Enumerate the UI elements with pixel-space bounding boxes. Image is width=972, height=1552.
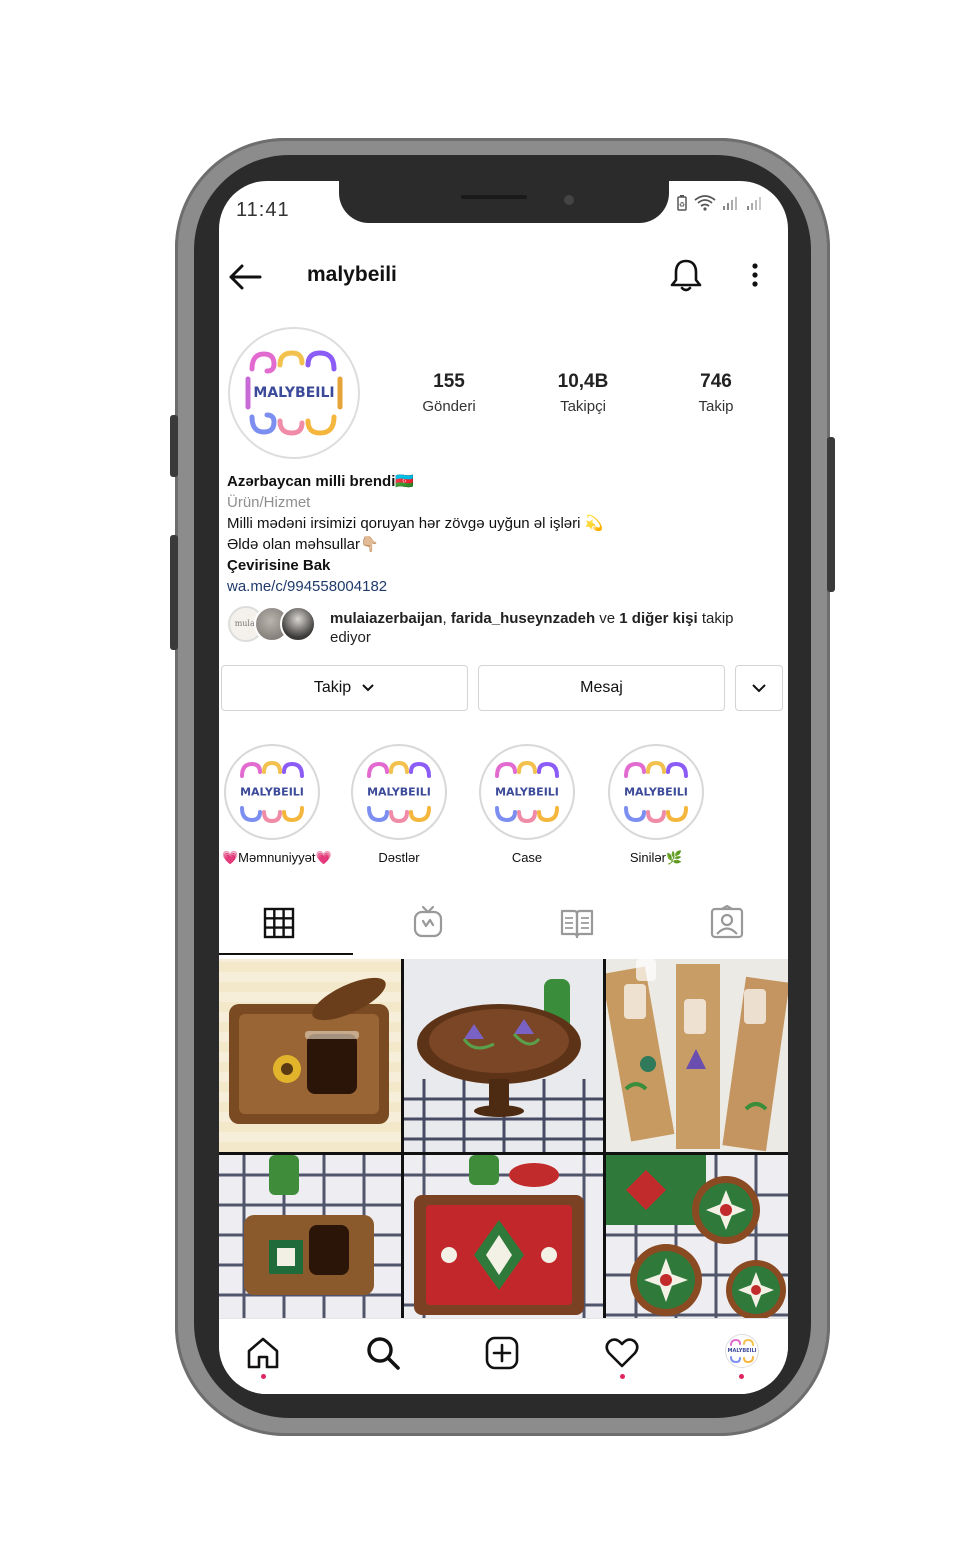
header-username: malybeili	[307, 263, 397, 286]
bio-name: Azərbaycan milli brendi🇦🇿	[227, 473, 415, 490]
arrow-left-icon[interactable]	[227, 261, 263, 293]
profile-nav-avatar[interactable]: MALYBEILI	[725, 1334, 759, 1368]
highlight-1-label: 💗Məmnuniyyət💗	[222, 850, 332, 865]
bell-icon[interactable]	[669, 257, 703, 293]
home-icon[interactable]	[246, 1336, 280, 1370]
followed-others[interactable]: 1 diğer kişi	[619, 610, 697, 627]
stat-followers[interactable]: 10,4B Takipçi	[528, 371, 638, 415]
bio-category: Ürün/Hizmet	[227, 494, 311, 511]
post-4-image	[219, 1155, 401, 1329]
wifi-icon	[694, 195, 716, 211]
stat-following-value: 746	[700, 371, 732, 392]
bio-line-1: Milli mədəni irsimizi qoruyan hər zövgə …	[227, 515, 604, 532]
highlight-2-cover: MALYBEILI	[351, 744, 447, 840]
svg-text:♻: ♻	[679, 202, 685, 209]
more-vertical-icon[interactable]	[747, 261, 763, 291]
highlight-1-cover: MALYBEILI	[224, 744, 320, 840]
highlight-4[interactable]: MALYBEILI Sinilər🌿	[606, 744, 706, 866]
signal-icon-2	[747, 197, 761, 210]
highlight-1[interactable]: MALYBEILI 💗Məmnuniyyət💗	[222, 744, 332, 866]
post-thumbnail-6[interactable]	[606, 1155, 788, 1329]
highlight-4-label: Sinilər🌿	[629, 850, 683, 865]
activity-notification-dot	[620, 1374, 625, 1379]
highlight-3-label: Case	[511, 850, 543, 865]
post-5-image	[404, 1155, 603, 1329]
followed-user-2[interactable]: farida_huseynzadeh	[451, 610, 595, 627]
highlight-2-label: Dəstlər	[378, 850, 420, 865]
grid-icon[interactable]	[263, 907, 295, 939]
home-notification-dot	[261, 1374, 266, 1379]
stat-posts-label: Gönderi	[422, 398, 476, 415]
heart-icon[interactable]	[605, 1337, 639, 1369]
post-thumbnail-1[interactable]	[219, 959, 401, 1152]
profile-avatar[interactable]: MALYBEILI	[228, 327, 360, 459]
status-time: 11:41	[236, 199, 290, 221]
chevron-down-icon	[752, 684, 766, 693]
followed-connector: ve	[595, 610, 620, 627]
highlight-1-logo-text: MALYBEILI	[240, 785, 304, 799]
post-1-image	[219, 959, 401, 1152]
phone-screen: 11:41 ♻ malybeili MALYBEILI 155 Gönderi …	[219, 181, 788, 1394]
notch-camera	[564, 195, 574, 205]
active-tab-indicator	[219, 953, 353, 955]
highlight-2-logo-text: MALYBEILI	[367, 785, 431, 799]
post-thumbnail-2[interactable]	[404, 959, 603, 1152]
suggested-dropdown-button[interactable]	[735, 665, 783, 711]
bottom-navigation: MALYBEILI	[219, 1318, 788, 1394]
profile-bio: Azərbaycan milli brendi🇦🇿 Ürün/Hizmet Mi…	[227, 471, 777, 597]
follower-avatar-3	[280, 606, 316, 642]
profile-notification-dot	[739, 1374, 744, 1379]
followed-by-text: mulaiazerbaijan, farida_huseynzadeh ve 1…	[330, 609, 770, 647]
nav-avatar-logo-text: MALYBEILI	[727, 1348, 757, 1354]
highlight-4-cover: MALYBEILI	[608, 744, 704, 840]
phone-volume-down	[170, 535, 178, 650]
igtv-icon[interactable]	[412, 905, 444, 939]
post-thumbnail-3[interactable]	[606, 959, 788, 1152]
translate-link[interactable]: Çevirisine Bak	[227, 555, 777, 576]
posts-grid	[219, 959, 788, 1329]
avatar-logo-text: MALYBEILI	[253, 385, 335, 401]
message-button[interactable]: Mesaj	[478, 665, 725, 711]
phone-volume-up	[170, 415, 178, 477]
post-2-image	[404, 979, 603, 1152]
phone-notch	[339, 181, 669, 223]
follow-button[interactable]: Takip	[221, 665, 468, 711]
add-post-icon[interactable]	[485, 1336, 519, 1370]
guide-icon[interactable]	[560, 907, 594, 939]
followed-by-row[interactable]: mulai mulaiazerbaijan, farida_huseynzade…	[228, 606, 778, 652]
post-6-image	[606, 1155, 788, 1329]
bio-website-link[interactable]: wa.me/c/994558004182	[227, 576, 777, 597]
bio-line-2: Əldə olan məhsullar👇🏼	[227, 536, 379, 553]
highlight-3[interactable]: MALYBEILI Case	[477, 744, 577, 865]
chevron-down-icon	[362, 684, 374, 692]
stat-posts-value: 155	[433, 371, 465, 392]
stat-following[interactable]: 746 Takip	[661, 371, 771, 415]
tagged-icon[interactable]	[710, 905, 744, 939]
highlight-2[interactable]: MALYBEILI Dəstlər	[349, 744, 449, 865]
phone-power-button	[827, 437, 835, 592]
post-3-image	[606, 959, 788, 1152]
message-button-label: Mesaj	[580, 679, 623, 696]
highlight-4-logo-text: MALYBEILI	[624, 785, 688, 799]
search-icon[interactable]	[365, 1335, 401, 1371]
highlight-3-logo-text: MALYBEILI	[495, 785, 559, 799]
followed-sep: ,	[442, 610, 451, 627]
profile-tabs	[219, 893, 788, 955]
highlight-3-cover: MALYBEILI	[479, 744, 575, 840]
post-thumbnail-5[interactable]	[404, 1155, 603, 1329]
stat-posts[interactable]: 155 Gönderi	[394, 371, 504, 415]
status-icons: ♻	[676, 195, 764, 211]
stat-followers-value: 10,4B	[557, 371, 609, 392]
signal-icon	[723, 197, 737, 210]
stat-following-label: Takip	[698, 398, 734, 415]
post-thumbnail-4[interactable]	[219, 1155, 401, 1329]
stat-followers-label: Takipçi	[560, 398, 606, 415]
notch-speaker	[461, 195, 527, 199]
battery-saver-icon: ♻	[677, 195, 687, 211]
followed-user-1[interactable]: mulaiazerbaijan	[330, 610, 443, 627]
follow-button-label: Takip	[313, 679, 352, 696]
